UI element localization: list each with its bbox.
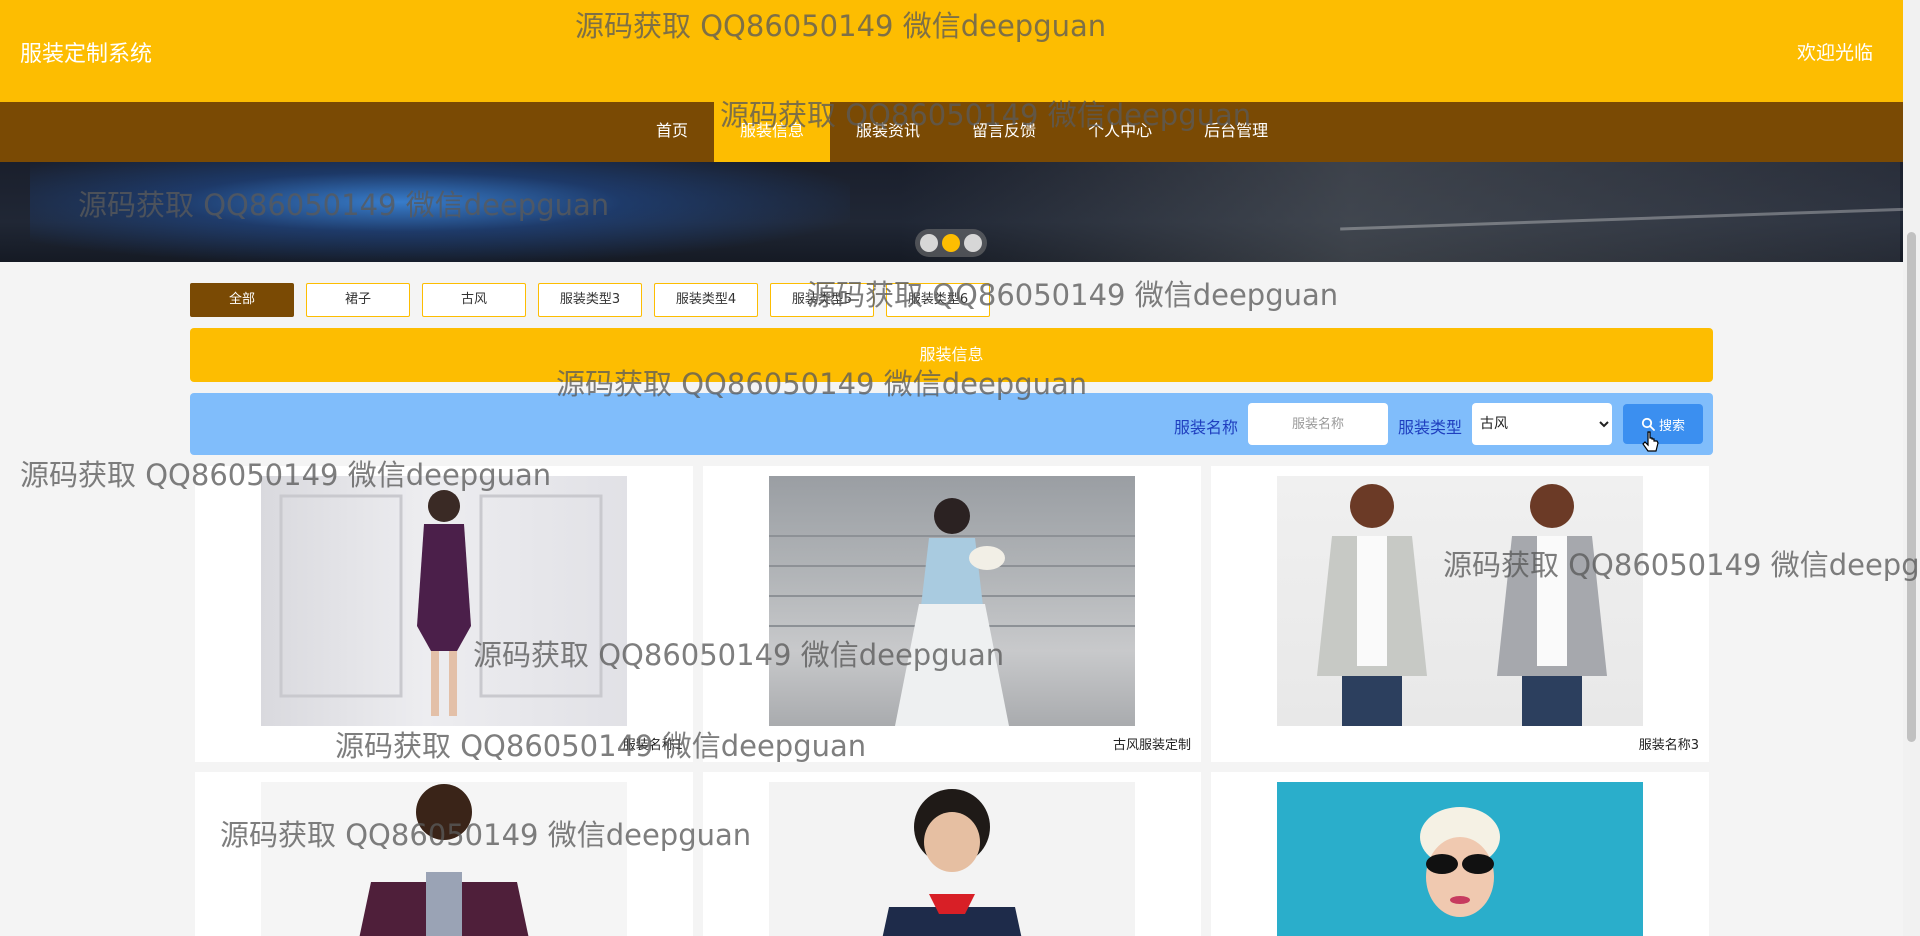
product-card[interactable]: [703, 772, 1201, 936]
filter-skirt[interactable]: 裙子: [306, 283, 410, 317]
filter-type-5[interactable]: 服装类型5: [770, 283, 874, 317]
name-label: 服装名称: [1174, 418, 1239, 437]
product-image[interactable]: [1277, 476, 1643, 726]
banner-image: [30, 162, 850, 262]
site-header: 服装定制系统 欢迎光临: [0, 0, 1903, 102]
carousel-dot[interactable]: [964, 234, 982, 252]
nav-item-admin[interactable]: 后台管理: [1178, 102, 1294, 162]
product-name: 服装名称3: [1638, 738, 1699, 753]
carousel-dot[interactable]: [920, 234, 938, 252]
nav-item-user-center[interactable]: 个人中心: [1062, 102, 1178, 162]
banner-carousel: [0, 162, 1903, 262]
carousel-dot-active[interactable]: [942, 234, 960, 252]
type-label: 服装类型: [1398, 418, 1463, 437]
filter-type-3[interactable]: 服装类型3: [538, 283, 642, 317]
product-card[interactable]: 古风服装定制: [703, 466, 1201, 762]
nav-item-clothing-news[interactable]: 服装资讯: [830, 102, 946, 162]
page-scrollbar[interactable]: [1903, 0, 1920, 936]
search-button[interactable]: 搜索: [1623, 404, 1703, 444]
category-filters: 全部 裙子 古风 服装类型3 服装类型4 服装类型5 服装类型6: [190, 283, 990, 317]
filter-all[interactable]: 全部: [190, 283, 294, 317]
name-search-input[interactable]: [1248, 403, 1388, 445]
nav-item-feedback[interactable]: 留言反馈: [946, 102, 1062, 162]
product-grid: 服装名称1 古风服装定制 服装名称3: [195, 466, 1709, 936]
search-button-label: 搜索: [1658, 418, 1685, 434]
product-card[interactable]: 服装名称3: [1211, 466, 1709, 762]
welcome-text: 欢迎光临: [1796, 42, 1873, 64]
nav-item-clothing-info[interactable]: 服装信息: [714, 102, 831, 162]
filter-ancient-style[interactable]: 古风: [422, 283, 526, 317]
type-select[interactable]: 古风: [1472, 403, 1612, 445]
filter-type-6[interactable]: 服装类型6: [886, 283, 990, 317]
product-image[interactable]: [769, 476, 1135, 726]
nav-item-home[interactable]: 首页: [630, 102, 714, 162]
product-card[interactable]: [195, 772, 693, 936]
search-icon: [1641, 417, 1655, 431]
scrollbar-thumb[interactable]: [1907, 232, 1916, 742]
product-image[interactable]: [261, 782, 627, 936]
product-image[interactable]: [261, 476, 627, 726]
main-nav: 首页 服装信息 服装资讯 留言反馈 个人中心 后台管理: [0, 102, 1903, 162]
section-title: 服装信息: [190, 328, 1713, 382]
product-name: 古风服装定制: [1112, 738, 1191, 753]
product-image[interactable]: [1277, 782, 1643, 936]
filter-type-4[interactable]: 服装类型4: [654, 283, 758, 317]
search-bar: 服装名称 服装类型 古风 搜索: [190, 393, 1713, 455]
product-card[interactable]: 服装名称1: [195, 466, 693, 762]
carousel-indicators: [915, 229, 987, 257]
product-card[interactable]: [1211, 772, 1709, 936]
mouse-cursor-icon: [1642, 431, 1659, 452]
site-title[interactable]: 服装定制系统: [20, 36, 152, 68]
product-name: 服装名称1: [622, 738, 683, 753]
product-image[interactable]: [769, 782, 1135, 936]
